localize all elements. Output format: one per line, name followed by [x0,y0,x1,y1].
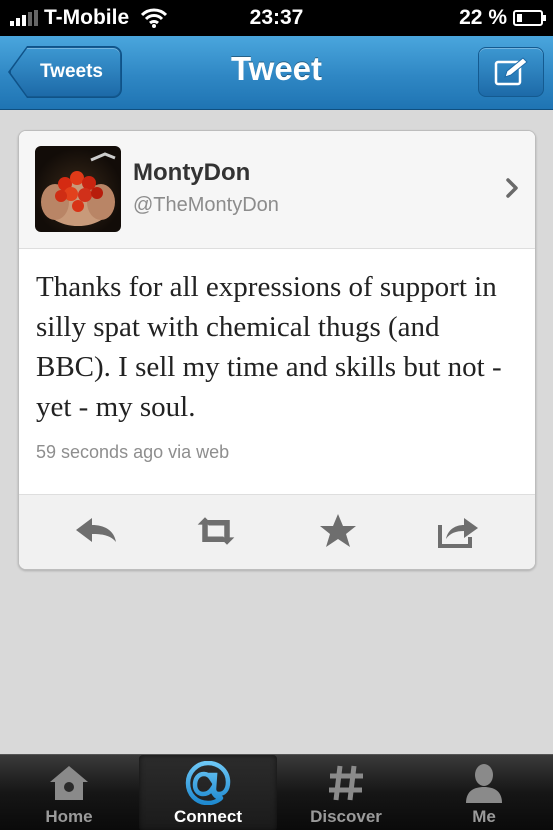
at-icon [185,761,231,805]
display-name: MontyDon [133,159,251,186]
home-icon [50,766,88,800]
tweet-meta: 59 seconds ago via web [36,442,230,462]
tab-connect-icon-wrap [185,761,231,805]
retweet-icon [197,517,235,545]
reply-button[interactable] [74,513,118,549]
share-icon [438,518,478,548]
tweet-card: MontyDon @TheMontyDon Thanks for all exp… [18,130,536,570]
username: @TheMontyDon [133,194,279,216]
tab-home[interactable]: Home [0,755,138,830]
compose-button[interactable] [478,47,544,97]
battery-info: 22 % [459,6,546,30]
tab-connect[interactable]: Connect [139,755,277,830]
tab-label: Connect [174,807,242,826]
avatar[interactable] [35,146,121,232]
tweet-actions [19,494,535,569]
tab-discover[interactable]: Discover [277,755,415,830]
profile-header[interactable]: MontyDon @TheMontyDon [19,131,535,249]
favorite-icon [320,514,356,547]
tab-discover-icon-wrap [326,763,366,803]
tweet-text: Thanks for all expressions of support in… [36,271,502,423]
tab-home-icon-wrap [47,763,91,803]
hash-icon [329,765,363,801]
battery-level [517,14,522,22]
page-title: Tweet [230,50,323,87]
tab-label: Me [472,807,496,826]
share-button[interactable] [436,513,480,549]
tab-label: Home [45,807,93,826]
battery-percent: 22 % [459,6,507,29]
chevron-right-icon[interactable] [505,177,519,199]
favorite-button[interactable] [316,513,360,549]
tab-me[interactable]: Me [415,755,553,830]
navigation-bar: Tweets Tweet [0,36,553,110]
retweet-button[interactable] [194,513,238,549]
battery-icon [513,10,546,26]
status-bar: T-Mobile 23:37 22 % [0,0,553,36]
person-icon [466,764,502,803]
tab-label: Discover [310,807,382,826]
tab-bar: Home Connect Discover Me [0,754,553,830]
reply-icon [76,518,116,542]
avatar-image [41,152,116,226]
compose-icon [494,57,528,86]
tab-me-icon-wrap [462,763,506,803]
